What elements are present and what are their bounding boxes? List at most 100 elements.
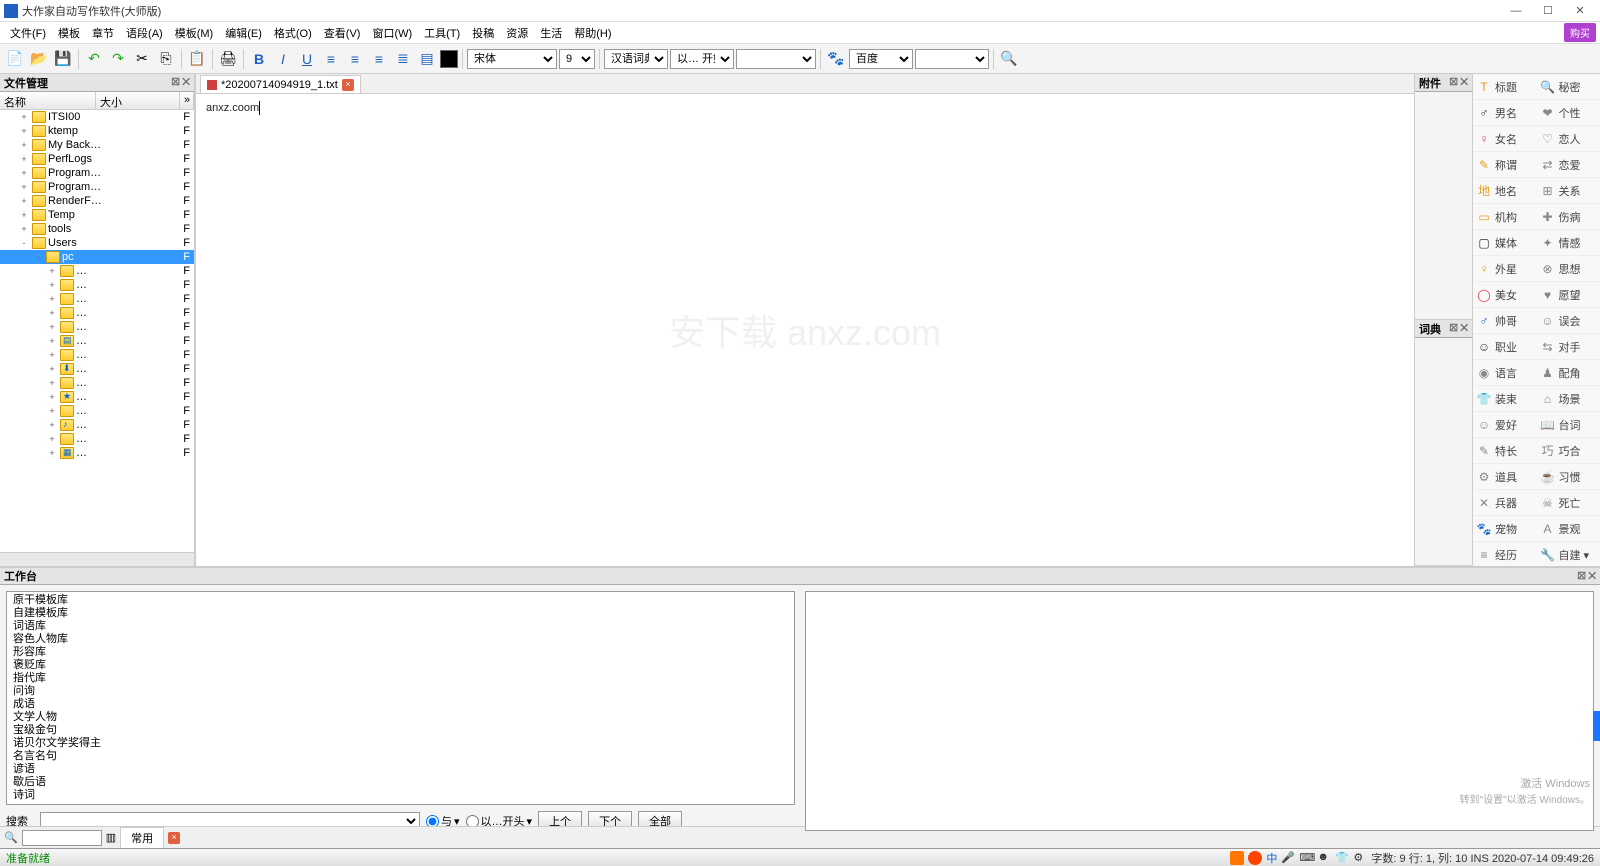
sidebar-item[interactable]: A景观	[1537, 516, 1600, 542]
tree-row[interactable]: +PerfLogsF	[0, 152, 194, 166]
maximize-button[interactable]: ☐	[1532, 1, 1564, 21]
dict-close-icon[interactable]: ⮽ ✕	[1450, 323, 1468, 334]
font-size-select[interactable]: 9	[559, 49, 595, 69]
list-item[interactable]: 谚语	[9, 763, 792, 776]
ime-icon-1[interactable]	[1230, 851, 1244, 865]
sidebar-item[interactable]: ♀外星	[1473, 256, 1537, 282]
tree-row[interactable]: +▤…F	[0, 334, 194, 348]
tree-row[interactable]: +…F	[0, 320, 194, 334]
list-item[interactable]: 词语库	[9, 620, 792, 633]
tree-row[interactable]: +Program…F	[0, 166, 194, 180]
list-item[interactable]: 容色人物库	[9, 633, 792, 646]
template-list[interactable]: 原干模板库自建模板库词语库容色人物库形容库褒贬库指代库问询成语文学人物宝级金句诺…	[6, 591, 795, 805]
menu-segment[interactable]: 语段(A)	[120, 23, 169, 43]
sidebar-item[interactable]: ⊗思想	[1537, 256, 1600, 282]
minimize-button[interactable]: —	[1500, 1, 1532, 21]
attach-close-icon[interactable]: ⮽ ✕	[1450, 77, 1468, 88]
list-item[interactable]: 成语	[9, 698, 792, 711]
align-left-icon[interactable]: ≡	[320, 48, 342, 70]
sidebar-item[interactable]: ▢媒体	[1473, 230, 1537, 256]
sidebar-item[interactable]: ⚙道具	[1473, 464, 1537, 490]
sidebar-item[interactable]: ⌂场景	[1537, 386, 1600, 412]
tree-row[interactable]: +…F	[0, 278, 194, 292]
sidebar-item[interactable]: ☕习惯	[1537, 464, 1600, 490]
tab-close-icon[interactable]: ×	[342, 79, 354, 91]
sidebar-item[interactable]: ◯美女	[1473, 282, 1537, 308]
menu-view[interactable]: 查看(V)	[318, 23, 367, 43]
tree-row[interactable]: +TempF	[0, 208, 194, 222]
undo-icon[interactable]: ↶	[83, 48, 105, 70]
tree-row[interactable]: +ITSI00F	[0, 110, 194, 124]
tree-row[interactable]: -UsersF	[0, 236, 194, 250]
font-family-select[interactable]: 宋体	[467, 49, 557, 69]
list-item[interactable]: 问询	[9, 685, 792, 698]
ime-icon-2[interactable]	[1248, 851, 1262, 865]
menu-resource[interactable]: 资源	[500, 23, 534, 43]
tree-row[interactable]: -pcF	[0, 250, 194, 264]
sidebar-item[interactable]: ☠死亡	[1537, 490, 1600, 516]
sidebar-item[interactable]: ☺职业	[1473, 334, 1537, 360]
sidebar-item[interactable]: ♥愿望	[1537, 282, 1600, 308]
list-item[interactable]: 文学人物	[9, 711, 792, 724]
align-right-icon[interactable]: ≡	[368, 48, 390, 70]
tree-row[interactable]: +♪…F	[0, 418, 194, 432]
menu-help[interactable]: 帮助(H)	[568, 23, 617, 43]
sidebar-item[interactable]: 🔧自建 ▾	[1537, 542, 1600, 566]
tab-list-icon[interactable]: ▥	[106, 831, 116, 844]
ime-icon-6[interactable]: 👕	[1335, 851, 1349, 865]
bold-icon[interactable]: B	[248, 48, 270, 70]
menu-window[interactable]: 窗口(W)	[366, 23, 418, 43]
list-item[interactable]: 原干模板库	[9, 594, 792, 607]
paste-icon[interactable]: 📋	[186, 48, 208, 70]
tree-row[interactable]: +…F	[0, 264, 194, 278]
search-icon[interactable]: 🔍	[998, 48, 1020, 70]
sidebar-item[interactable]: ✦情感	[1537, 230, 1600, 256]
menu-chapter[interactable]: 章节	[86, 23, 120, 43]
list-item[interactable]: 褒贬库	[9, 659, 792, 672]
dict-value-select[interactable]	[736, 49, 816, 69]
list-item[interactable]: 宝级金句	[9, 724, 792, 737]
sidebar-item[interactable]: ⇆对手	[1537, 334, 1600, 360]
sidebar-item[interactable]: 地地名	[1473, 178, 1537, 204]
list-item[interactable]: 诺贝尔文学奖得主	[9, 737, 792, 750]
list-item[interactable]: 自建模板库	[9, 607, 792, 620]
tree-row[interactable]: +★…F	[0, 390, 194, 404]
menu-edit[interactable]: 编辑(E)	[219, 23, 268, 43]
indent-icon[interactable]: ▤	[416, 48, 438, 70]
tree-row[interactable]: +…F	[0, 348, 194, 362]
tree-hscroll[interactable]	[0, 552, 194, 566]
sidebar-item[interactable]: 🐾宠物	[1473, 516, 1537, 542]
sidebar-item[interactable]: ▭机构	[1473, 204, 1537, 230]
redo-icon[interactable]: ↷	[107, 48, 129, 70]
tree-row[interactable]: +…F	[0, 404, 194, 418]
sidebar-item[interactable]: 📖台词	[1537, 412, 1600, 438]
menu-tools[interactable]: 工具(T)	[418, 23, 466, 43]
menu-template2[interactable]: 模板(M)	[169, 23, 220, 43]
text-editor[interactable]: anxz.coom 安下载 anxz.com	[196, 94, 1414, 566]
panel-pin-icon[interactable]: ⮽ ✕	[172, 77, 190, 88]
open-icon[interactable]: 📂	[28, 48, 50, 70]
list-item[interactable]: 歇后语	[9, 776, 792, 789]
ime-icon-7[interactable]: ⚙	[1353, 851, 1367, 865]
menu-submit[interactable]: 投稿	[466, 23, 500, 43]
sidebar-item[interactable]: ♡恋人	[1537, 126, 1600, 152]
sidebar-item[interactable]: ⊞关系	[1537, 178, 1600, 204]
menu-life[interactable]: 生活	[534, 23, 568, 43]
tree-row[interactable]: +…F	[0, 432, 194, 446]
tree-row[interactable]: +Program…F	[0, 180, 194, 194]
ime-icon-4[interactable]: ⌨	[1299, 851, 1313, 865]
sidebar-item[interactable]: ◉语言	[1473, 360, 1537, 386]
sidebar-item[interactable]: ✚伤病	[1537, 204, 1600, 230]
close-button[interactable]: ✕	[1564, 1, 1596, 21]
sidebar-item[interactable]: 🔍秘密	[1537, 74, 1600, 100]
underline-icon[interactable]: U	[296, 48, 318, 70]
sidebar-item[interactable]: ✎特长	[1473, 438, 1537, 464]
file-tree[interactable]: +ITSI00F+ktempF+My Back…F+PerfLogsF+Prog…	[0, 110, 194, 552]
italic-icon[interactable]: I	[272, 48, 294, 70]
scroll-thumb[interactable]	[1593, 711, 1600, 741]
sidebar-item[interactable]: 巧巧合	[1537, 438, 1600, 464]
tree-row[interactable]: +⬇…F	[0, 362, 194, 376]
tree-row[interactable]: +RenderF…F	[0, 194, 194, 208]
col-size[interactable]: 大小	[96, 92, 180, 109]
col-scroll-icon[interactable]: »	[180, 92, 194, 109]
